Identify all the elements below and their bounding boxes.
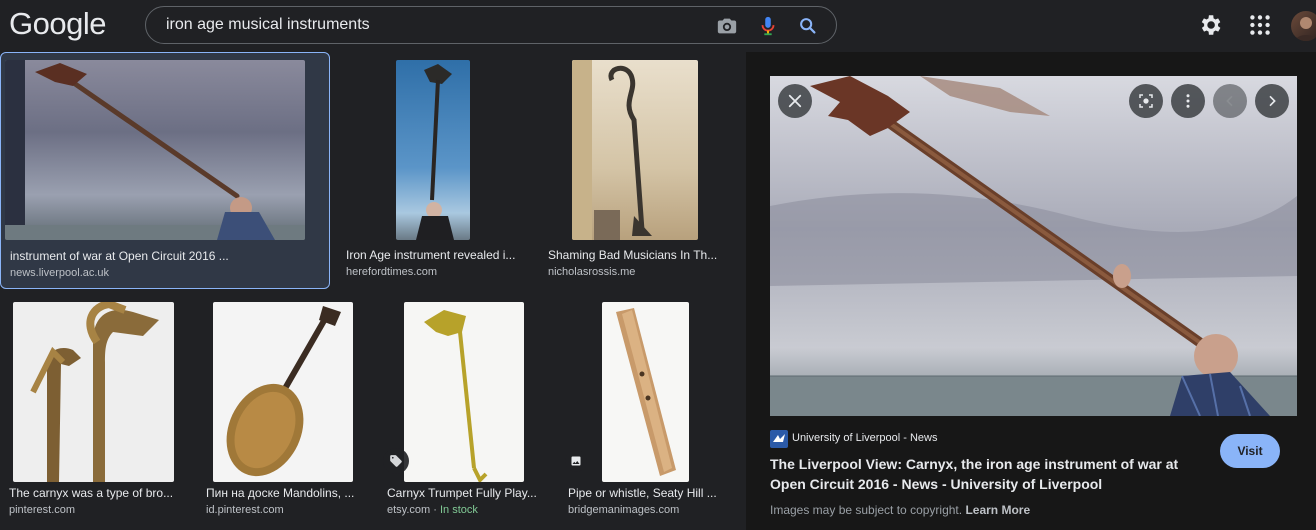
result-thumbnail[interactable] [13, 302, 174, 482]
copyright-notice: Images may be subject to copyright. Lear… [770, 503, 1030, 517]
image-preview-panel: University of Liverpool - News The Liver… [746, 52, 1316, 530]
close-icon[interactable] [778, 84, 812, 118]
search-input[interactable]: iron age musical instruments [166, 16, 370, 34]
result-caption[interactable]: The carnyx was a type of bro... [9, 486, 181, 500]
result-card[interactable]: The carnyx was a type of bro... pinteres… [0, 296, 190, 524]
result-caption[interactable]: Pipe or whistle, Seaty Hill ... [568, 486, 723, 500]
result-thumbnail[interactable] [396, 60, 470, 240]
result-caption[interactable]: Пин на доске Mandolins, ... [206, 486, 361, 500]
chevron-left-icon[interactable] [1213, 84, 1247, 118]
preview-image[interactable] [770, 76, 1297, 416]
result-caption[interactable]: Shaming Bad Musicians In Th... [548, 248, 728, 262]
copyright-text: Images may be subject to copyright. [770, 503, 963, 517]
more-vert-icon[interactable] [1171, 84, 1205, 118]
stock-separator: · [430, 504, 440, 516]
result-card[interactable]: Carnyx Trumpet Fully Play... etsy.com · … [381, 296, 551, 524]
result-card[interactable]: Iron Age instrument revealed i... herefo… [340, 52, 530, 289]
result-source[interactable]: id.pinterest.com [206, 504, 284, 516]
camera-icon[interactable] [716, 15, 738, 37]
result-thumbnail[interactable] [5, 60, 305, 240]
source-site-name[interactable]: University of Liverpool - News [792, 432, 938, 444]
microphone-icon[interactable] [757, 15, 779, 37]
apps-grid-icon[interactable] [1247, 12, 1273, 38]
tag-icon [383, 448, 409, 474]
result-card[interactable]: Shaming Bad Musicians In Th... nicholasr… [542, 52, 732, 289]
result-card[interactable]: Пин на доске Mandolins, ... id.pinterest… [200, 296, 370, 524]
result-card[interactable]: Pipe or whistle, Seaty Hill ... bridgema… [562, 296, 732, 524]
result-thumbnail[interactable] [602, 302, 689, 482]
gear-icon[interactable] [1197, 12, 1223, 38]
result-source[interactable]: pinterest.com [9, 504, 75, 516]
search-box[interactable]: iron age musical instruments [145, 6, 837, 44]
result-caption[interactable]: Carnyx Trumpet Fully Play... [387, 486, 542, 500]
image-results-grid: instrument of war at Open Circuit 2016 .… [0, 52, 746, 530]
result-source[interactable]: nicholasrossis.me [548, 266, 635, 278]
result-thumbnail[interactable] [572, 60, 698, 240]
preview-title[interactable]: The Liverpool View: Carnyx, the iron age… [770, 454, 1200, 494]
chevron-right-icon[interactable] [1255, 84, 1289, 118]
site-favicon-icon [770, 430, 788, 448]
learn-more-link[interactable]: Learn More [965, 503, 1030, 517]
result-card-selected[interactable]: instrument of war at Open Circuit 2016 .… [0, 52, 330, 289]
google-logo[interactable]: Google [9, 6, 106, 42]
in-stock-label: In stock [439, 504, 478, 516]
result-source[interactable]: herefordtimes.com [346, 266, 437, 278]
account-avatar[interactable] [1291, 11, 1316, 41]
result-source[interactable]: etsy.com · In stock [387, 504, 478, 516]
search-icon[interactable] [797, 15, 819, 37]
result-thumbnail[interactable] [213, 302, 353, 482]
result-thumbnail[interactable] [404, 302, 524, 482]
visit-button[interactable]: Visit [1220, 434, 1280, 468]
image-icon [565, 450, 587, 472]
result-caption[interactable]: Iron Age instrument revealed i... [346, 248, 526, 262]
result-source[interactable]: bridgemanimages.com [568, 504, 679, 516]
result-caption[interactable]: instrument of war at Open Circuit 2016 .… [10, 249, 320, 263]
result-source[interactable]: news.liverpool.ac.uk [10, 267, 109, 279]
lens-icon[interactable] [1129, 84, 1163, 118]
result-source-domain: etsy.com [387, 504, 431, 516]
top-bar: Google iron age musical instruments [0, 0, 1316, 52]
